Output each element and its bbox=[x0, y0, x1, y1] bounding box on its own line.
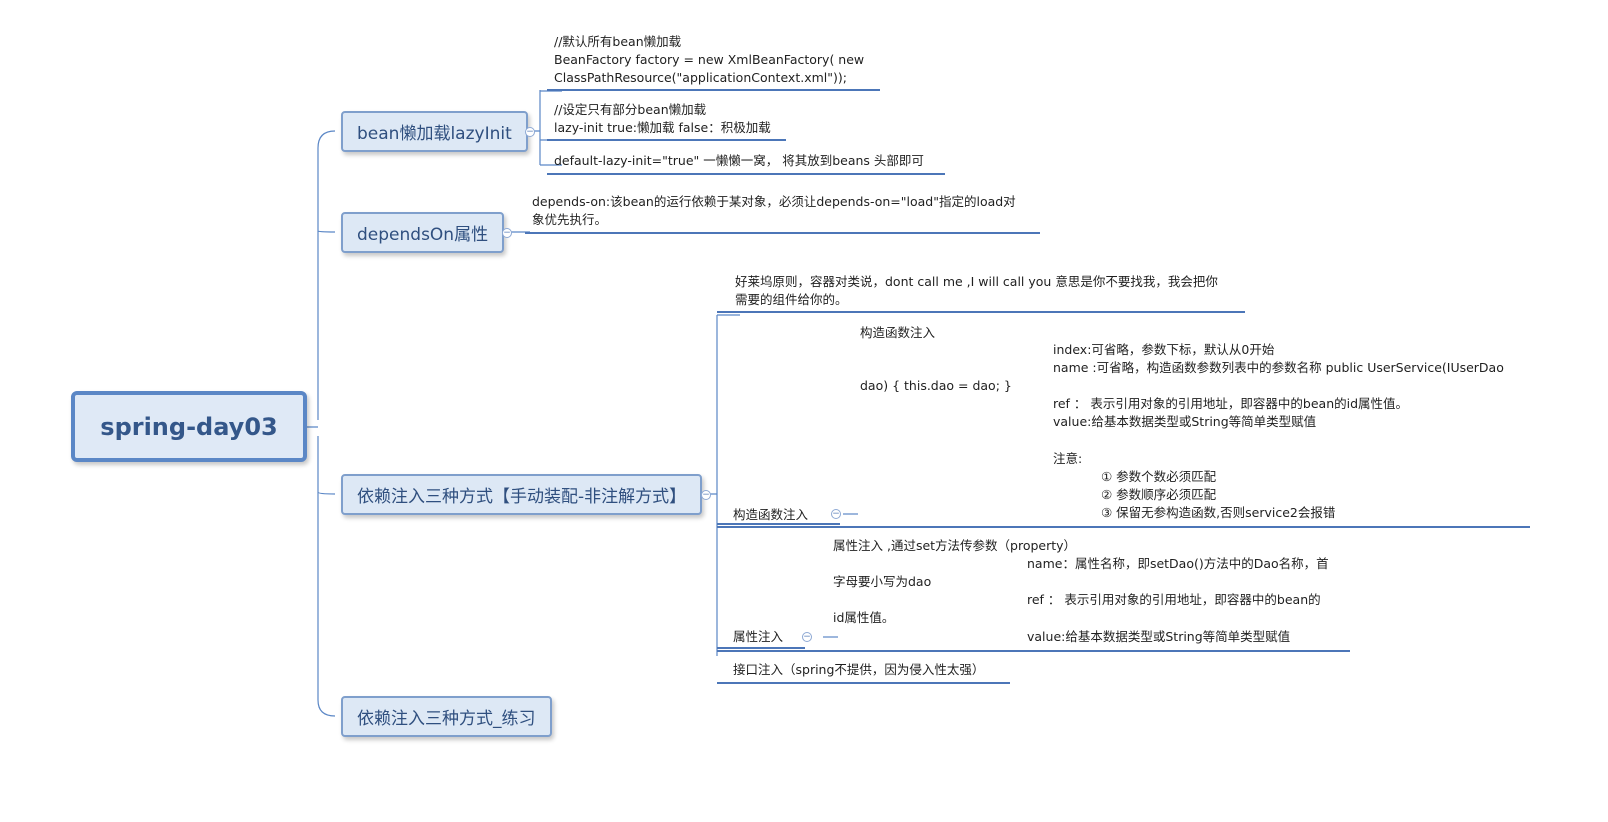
prop-name: name：属性名称，即setDao()方法中的Dao名称，首 bbox=[1027, 556, 1329, 571]
ctor-note-title: 注意: bbox=[1053, 451, 1083, 466]
branch-practice[interactable]: 依赖注入三种方式_练习 bbox=[341, 696, 552, 737]
di-intro-line-1: 好莱坞原则，容器对类说，dont call me ,I will call yo… bbox=[735, 274, 1218, 289]
branch-dependency-injection[interactable]: 依赖注入三种方式【手动装配-非注解方式】 bbox=[341, 474, 703, 515]
depends-note-line-2: 象优先执行。 bbox=[532, 212, 608, 227]
prop-injection-label[interactable]: 属性注入 bbox=[733, 628, 783, 646]
di-intro-line-2: 需要的组件给你的。 bbox=[735, 292, 848, 307]
collapse-minus-icon[interactable]: − bbox=[831, 509, 841, 519]
prop-name-cont: 字母要小写为dao bbox=[833, 574, 932, 589]
ctor-name-cont: dao) { this.dao = dao; } bbox=[860, 378, 1012, 393]
ctor-note-2: ② 参数顺序必须匹配 bbox=[1101, 487, 1217, 502]
root-trunk bbox=[307, 130, 336, 717]
prop-title: 属性注入 ,通过set方法传参数（property） bbox=[833, 538, 1077, 553]
di-links bbox=[707, 314, 740, 656]
lazy-note-2-line-1: //设定只有部分bean懒加载 bbox=[554, 102, 707, 117]
ctor-value: value:给基本数据类型或String等简单类型赋值 bbox=[1053, 414, 1317, 429]
ctor-title: 构造函数注入 bbox=[860, 325, 936, 340]
prop-value: value:给基本数据类型或String等简单类型赋值 bbox=[1027, 629, 1291, 644]
interface-injection-label[interactable]: 接口注入（spring不提供，因为侵入性太强） bbox=[733, 661, 984, 679]
prop-ref: ref ： 表示引用对象的引用地址，即容器中的bean的 bbox=[1027, 592, 1321, 607]
collapse-minus-icon[interactable]: − bbox=[502, 228, 512, 238]
lazy-note-1-line-1: //默认所有bean懒加载 bbox=[554, 34, 682, 49]
lazy-note-1-line-2: BeanFactory factory = new XmlBeanFactory… bbox=[554, 52, 865, 67]
lazy-note-2-line-2: lazy-init true:懒加载 false：积极加载 bbox=[554, 120, 771, 135]
ctor-note-3: ③ 保留无参构造函数,否则service2会报错 bbox=[1101, 505, 1336, 520]
ctor-note-1: ① 参数个数必须匹配 bbox=[1101, 469, 1217, 484]
ctor-ref: ref ： 表示引用对象的引用地址，即容器中的bean的id属性值。 bbox=[1053, 396, 1409, 411]
ctor-injection-label[interactable]: 构造函数注入 bbox=[733, 506, 808, 524]
ctor-name: name :可省略，构造函数参数列表中的参数名称 public UserServ… bbox=[1053, 360, 1504, 375]
depends-note-line-1: depends-on:该bean的运行依赖于某对象，必须让depends-on=… bbox=[532, 194, 1016, 209]
prop-ref-cont: id属性值。 bbox=[833, 610, 895, 625]
branch-depends-on[interactable]: dependsOn属性 bbox=[341, 212, 505, 253]
lazy-note-1-line-3: ClassPathResource("applicationContext.xm… bbox=[554, 70, 847, 85]
root-node[interactable]: spring-day03 bbox=[71, 391, 307, 462]
collapse-minus-icon[interactable]: − bbox=[525, 127, 535, 137]
collapse-minus-icon[interactable]: − bbox=[701, 490, 711, 500]
branch-lazy-init[interactable]: bean懒加载lazyInit bbox=[341, 111, 528, 152]
lazy-note-3-line-1: default-lazy-init="true" 一懒懒一窝， 将其放到bean… bbox=[554, 153, 924, 168]
ctor-index: index:可省略，参数下标，默认从0开始 bbox=[1053, 342, 1275, 357]
collapse-minus-icon[interactable]: − bbox=[802, 632, 812, 642]
